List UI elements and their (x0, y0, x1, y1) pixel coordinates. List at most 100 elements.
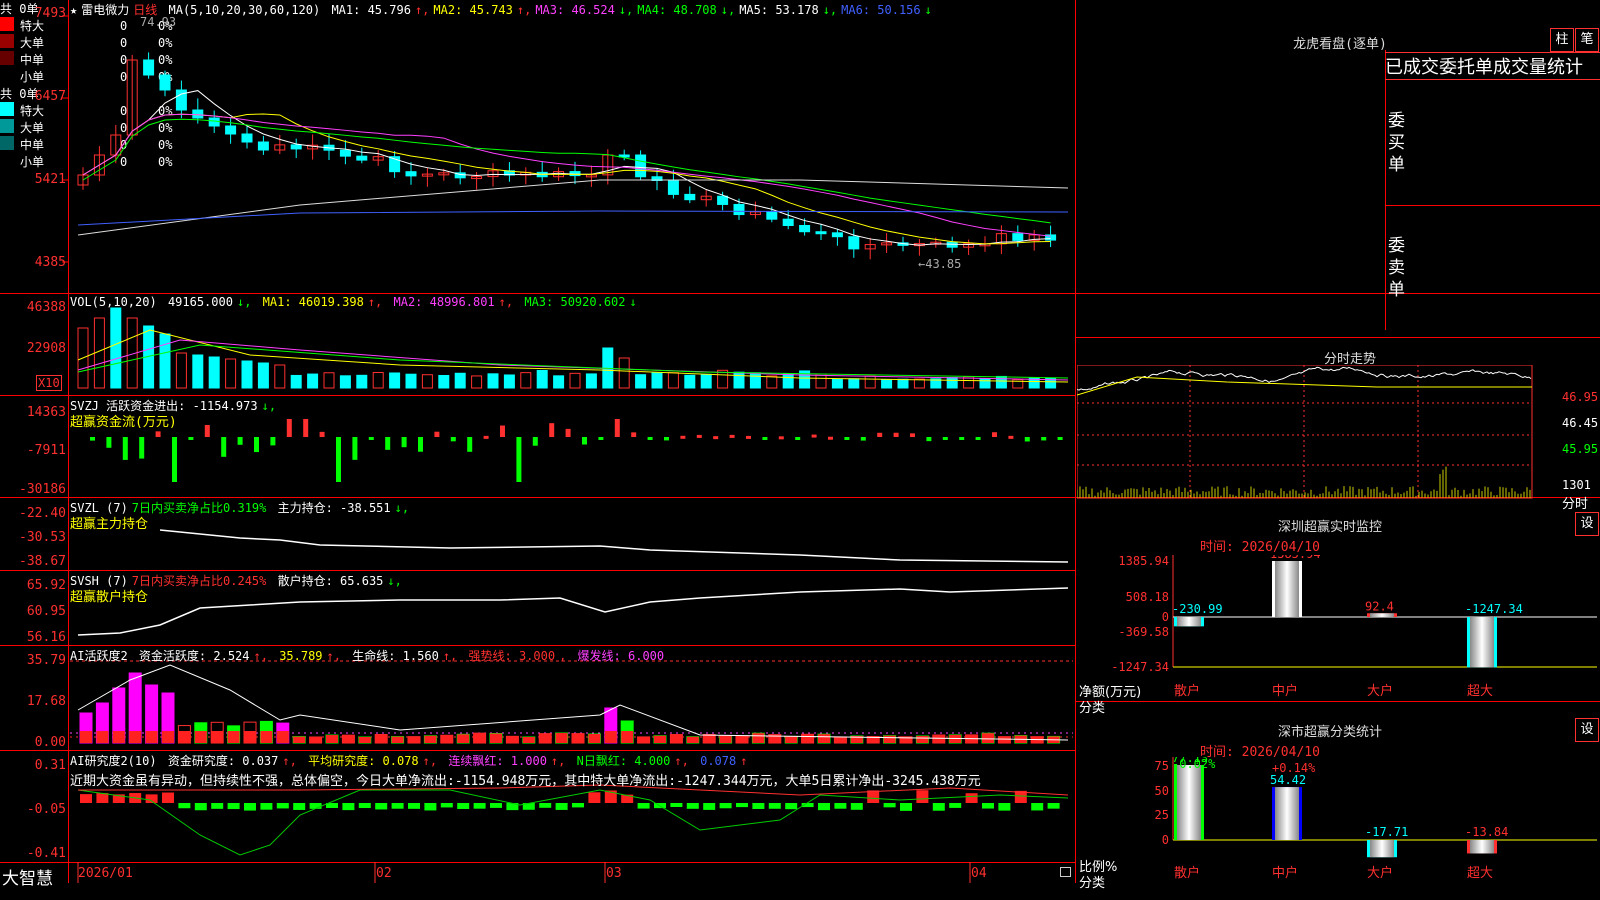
flow-bar (549, 423, 555, 437)
tick-mode-button[interactable]: 笔 (1575, 28, 1599, 52)
volume-bar (897, 378, 909, 389)
sell-side-label: 委卖单 (1388, 236, 1405, 300)
research-bar (457, 803, 470, 809)
flow-bar (139, 437, 145, 459)
flow-bar (631, 432, 637, 437)
flow-bar (270, 437, 276, 446)
volume-bar (208, 356, 220, 389)
research-bar (965, 793, 978, 803)
bar-shine (1370, 613, 1394, 617)
activity-base (145, 731, 158, 743)
vol-label: VOL(5,10,20) (70, 295, 157, 309)
bar-shine (1177, 765, 1201, 840)
category-bar (1174, 765, 1204, 840)
candle-body (356, 155, 368, 161)
classify-settings-button[interactable]: 设 (1575, 718, 1599, 742)
activity-base (80, 731, 92, 743)
activity-base (358, 736, 371, 743)
activity-base (736, 735, 748, 743)
svzj-sub: 超赢资金流(万元) (70, 415, 177, 430)
volume-bar (782, 373, 794, 389)
intraday-chart[interactable] (1077, 365, 1600, 500)
y-tick-label: 0 (1162, 833, 1169, 847)
bar-value-label: 54.42 (1270, 773, 1306, 787)
y-tick-label: 25 (1155, 808, 1169, 822)
category-bar (1174, 617, 1204, 627)
intraday-y-tick: 46.95 (1562, 390, 1599, 404)
activity-base (522, 736, 535, 743)
bar-value-label: -17.71 (1365, 825, 1408, 839)
volume-bar (372, 371, 384, 389)
ma-value-3: MA3: 46.524 (535, 3, 615, 17)
activity-base (293, 736, 306, 743)
kline-chart[interactable] (0, 0, 1075, 883)
y-tick: -30.53 (19, 530, 66, 545)
realtime-settings-button[interactable]: 设 (1575, 512, 1599, 536)
research-bar (358, 803, 371, 809)
ma5-line (77, 179, 1069, 236)
research-bar (588, 792, 601, 803)
y-tick: 46388 (26, 300, 66, 315)
vol-ma2: MA2: 48996.801 (393, 295, 495, 309)
candle-body (257, 141, 269, 151)
bar-value-label: 92.4 (1365, 599, 1394, 613)
flow-bar (368, 437, 374, 440)
activity-base (801, 734, 814, 743)
flow-bar (532, 437, 538, 446)
volume-bar (225, 358, 237, 389)
candle-body (290, 144, 302, 150)
candle-body (339, 149, 351, 157)
y-tick: -7911 (26, 443, 66, 458)
volume-bar (520, 372, 532, 389)
bar-mode-button[interactable]: 柱 (1550, 28, 1574, 52)
flow-bar (877, 432, 883, 437)
volume-bar (471, 375, 483, 389)
flow-bar (155, 431, 161, 437)
category-label: 超大 (1467, 866, 1493, 881)
bar-shine (1275, 561, 1299, 617)
volume-bar (323, 372, 335, 389)
flow-bar (762, 437, 768, 440)
research-bar (752, 803, 765, 809)
flow-bar (516, 437, 522, 482)
flow-bar (992, 432, 997, 437)
research-bar (276, 803, 289, 809)
activity-base (440, 735, 453, 743)
category-bar (1467, 840, 1497, 854)
x-tick: 04 (971, 866, 987, 881)
y-tick: 65.92 (26, 578, 66, 593)
x-tick: 02 (376, 866, 392, 881)
activity-base (342, 735, 355, 743)
category-label: 散户 (1174, 865, 1200, 881)
realtime-bar-chart: 1385.94 508.18 0-369.58 -1247.34 -230.99 散户 13… (1111, 555, 1597, 699)
research-bar (490, 803, 502, 808)
vol-header: VOL(5,10,20) 49165.000 ↓, MA1: 46019.398 ↑… (70, 295, 637, 309)
ma-value-1: MA1: 45.796 (331, 3, 411, 17)
volume-bar (389, 372, 401, 389)
flow-bar (1057, 437, 1063, 440)
stock-name[interactable]: 雷电微力 (81, 3, 129, 17)
activity-base (162, 731, 174, 743)
research-bar (391, 803, 404, 809)
bar-shine (1275, 787, 1299, 840)
ai1-header: AI活跃度2 资金活跃度: 2.524 ↑, 35.789 ↑, 生命线: 1.56… (70, 649, 665, 663)
volume-bar (585, 373, 597, 389)
volume-bar (257, 362, 269, 389)
classify-xlabel: 分类 (1079, 876, 1106, 891)
research-bar (555, 803, 568, 810)
lock-icon[interactable] (1060, 867, 1071, 877)
volume-bar (421, 374, 433, 389)
flow-bar (828, 436, 833, 440)
activity-base (982, 733, 994, 743)
realtime-title: 深圳超赢实时监控 (1277, 520, 1382, 535)
flow-bar (221, 437, 227, 457)
activity-base (785, 736, 798, 743)
activity-base (670, 734, 683, 743)
research-bar (211, 803, 224, 809)
flow-bar (680, 435, 686, 439)
brand-label: 大智慧 (2, 869, 53, 889)
flow-bar (647, 437, 653, 440)
volume-bar (946, 377, 958, 389)
vol-ma1-line (77, 329, 1069, 383)
activity-base (276, 731, 289, 743)
